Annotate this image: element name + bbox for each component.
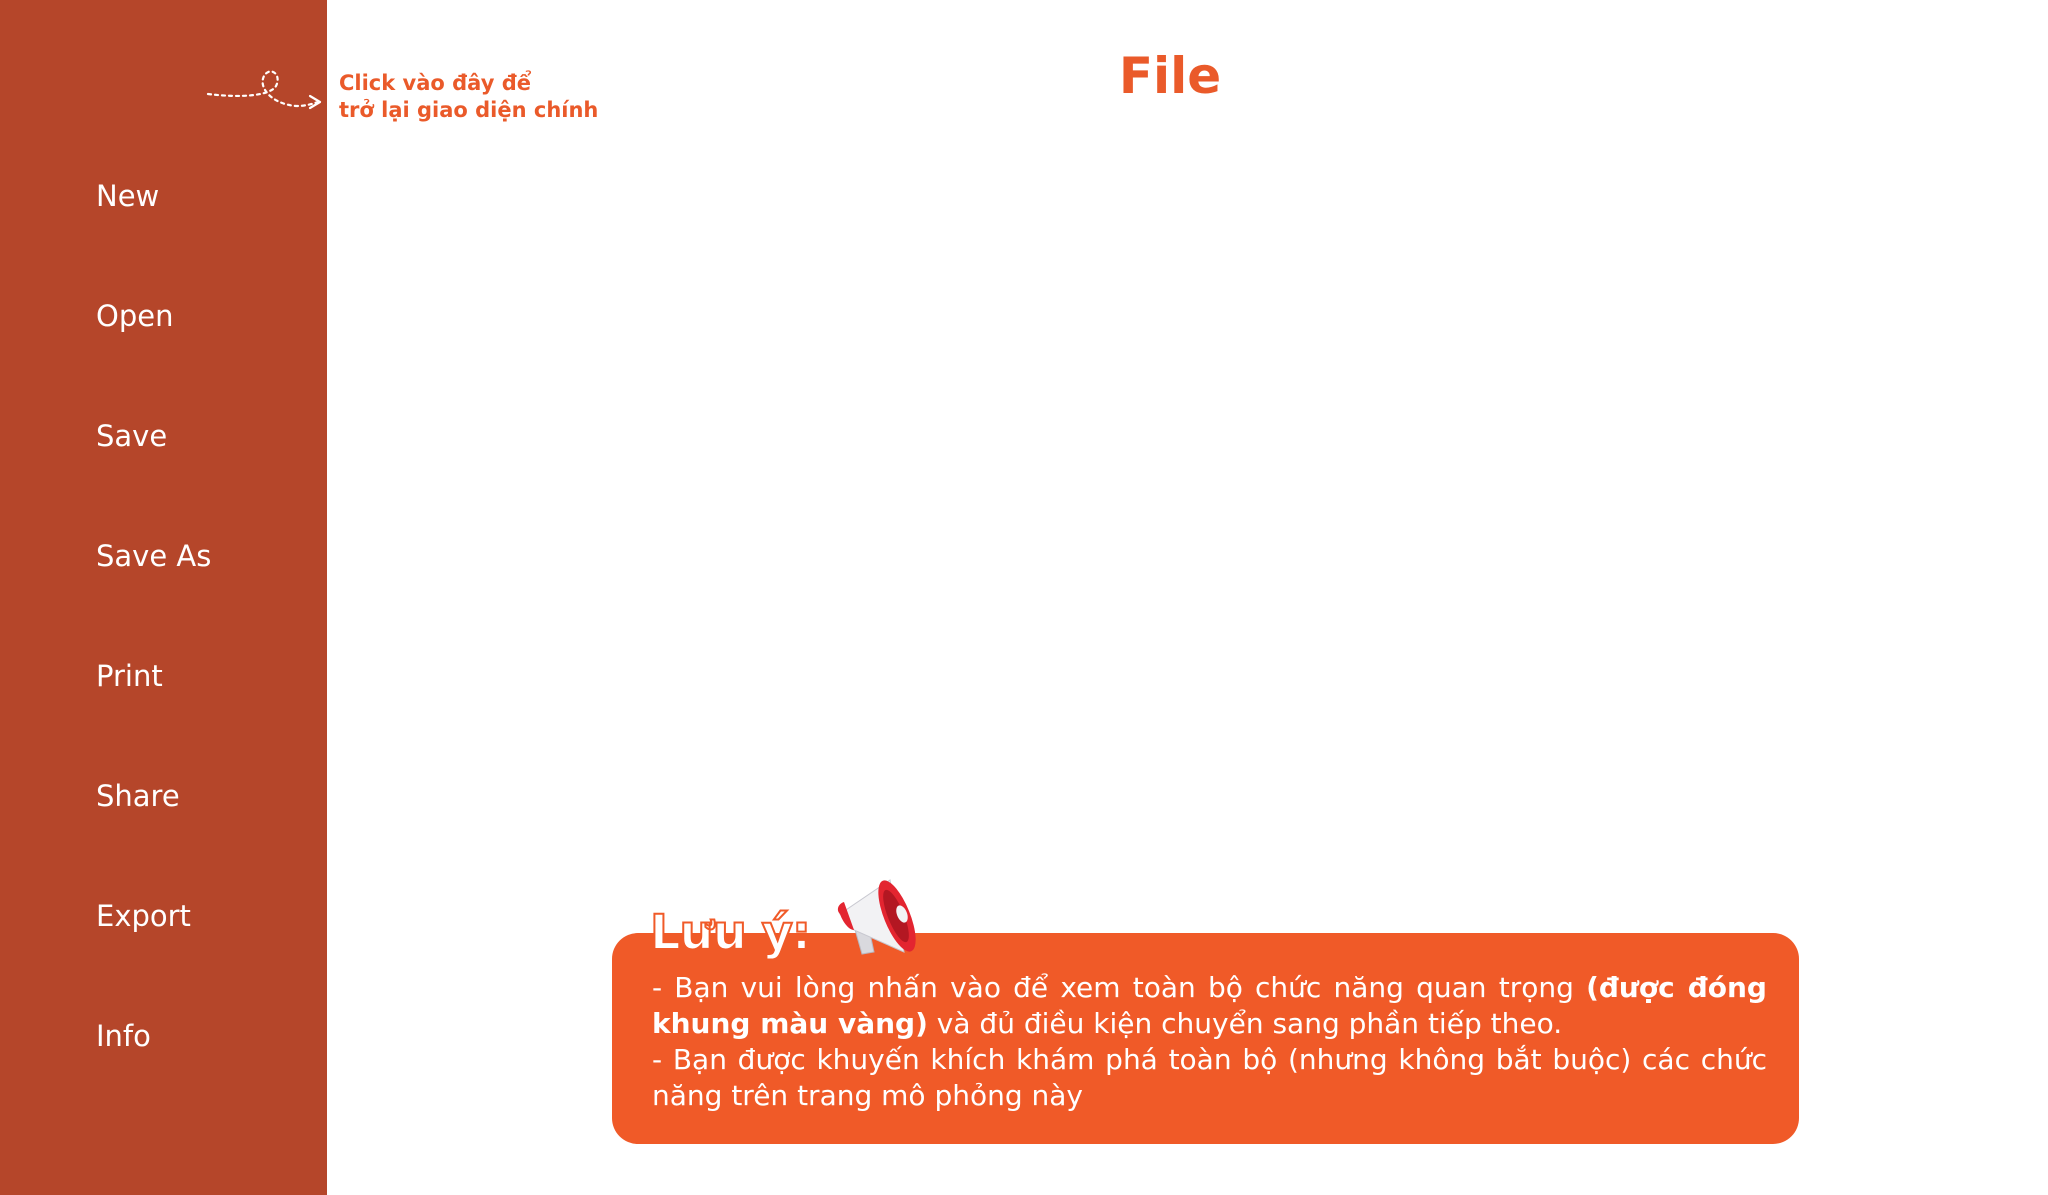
hint-line-1: Click vào đây để [339, 71, 531, 95]
sidebar: New Open Save Save As Print Share Export… [0, 0, 327, 1195]
sidebar-item-label: Save As [96, 539, 212, 573]
sidebar-item-label: Open [96, 299, 174, 333]
sidebar-item-info[interactable]: Info [96, 1006, 316, 1066]
sidebar-item-save-as[interactable]: Save As [96, 526, 316, 586]
sidebar-item-label: Info [96, 1019, 151, 1053]
sidebar-item-label: Save [96, 419, 168, 453]
sidebar-item-label: Share [96, 779, 180, 813]
hint-line-2: trở lại giao diện chính [339, 98, 599, 122]
dashed-curved-arrow-icon [206, 70, 322, 110]
sidebar-item-new[interactable]: New [96, 166, 316, 226]
sidebar-item-label: Export [96, 899, 191, 933]
note-line-1: - Bạn vui lòng nhấn vào để xem toàn bộ c… [652, 971, 1767, 1040]
note-line-2: - Bạn được khuyến khích khám phá toàn bộ… [652, 1043, 1767, 1112]
sidebar-item-label: New [96, 179, 160, 213]
note-heading: Lưu ý: [649, 904, 812, 962]
note-text: - Bạn vui lòng nhấn vào để xem toàn bộ c… [652, 970, 1767, 1114]
page-title: File [1118, 47, 1222, 105]
sidebar-item-export[interactable]: Export [96, 886, 316, 946]
sidebar-item-share[interactable]: Share [96, 766, 316, 826]
megaphone-icon [837, 879, 916, 955]
sidebar-item-label: Print [96, 659, 163, 693]
back-hint-text: Click vào đây để trở lại giao diện chính [339, 70, 598, 124]
sidebar-item-open[interactable]: Open [96, 286, 316, 346]
sidebar-item-save[interactable]: Save [96, 406, 316, 466]
sidebar-item-print[interactable]: Print [96, 646, 316, 706]
